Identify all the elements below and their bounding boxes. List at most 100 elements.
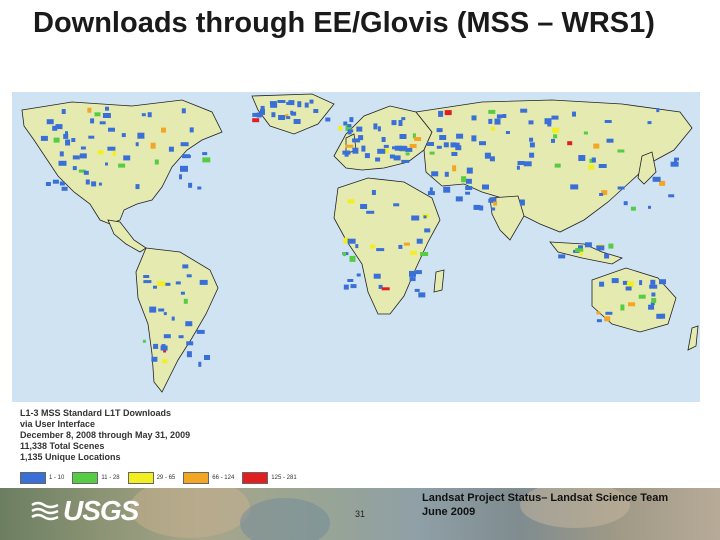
- download-cell: [278, 115, 286, 120]
- download-cell: [482, 184, 489, 190]
- download-cell: [479, 141, 486, 146]
- download-cell: [551, 138, 555, 143]
- download-cell: [88, 135, 95, 139]
- download-cell: [157, 281, 166, 287]
- download-cell: [598, 164, 607, 168]
- download-cell: [91, 181, 97, 187]
- download-cell: [288, 100, 295, 106]
- download-cell: [639, 280, 643, 286]
- download-cell: [98, 182, 102, 186]
- download-cell: [473, 204, 481, 210]
- slide-number: 31: [355, 509, 366, 519]
- download-cell: [158, 308, 165, 312]
- download-cell: [366, 210, 375, 214]
- download-cell: [578, 245, 583, 249]
- download-cell: [493, 201, 498, 206]
- download-cell: [87, 107, 92, 113]
- download-cell: [578, 155, 586, 161]
- download-cell: [651, 292, 656, 297]
- download-cell: [165, 282, 171, 286]
- download-cell: [260, 108, 265, 115]
- download-cell: [471, 135, 477, 142]
- download-cell: [108, 127, 115, 132]
- download-cell: [403, 242, 410, 246]
- download-cell: [505, 131, 510, 134]
- download-cell: [647, 121, 652, 125]
- download-cell: [547, 122, 552, 127]
- download-cell: [377, 148, 386, 154]
- download-cell: [519, 199, 525, 206]
- legend-line: December 8, 2008 through May 31, 2009: [20, 430, 191, 440]
- download-cell: [102, 113, 111, 118]
- download-cell: [611, 278, 619, 284]
- madagascar: [433, 269, 445, 293]
- download-cell: [186, 274, 192, 278]
- legend-line: via User Interface: [20, 419, 96, 429]
- download-cell: [572, 111, 576, 117]
- download-cell: [604, 120, 612, 123]
- download-cell: [415, 270, 422, 275]
- download-cell: [171, 316, 175, 321]
- download-cell: [358, 135, 364, 141]
- download-cell: [528, 120, 534, 125]
- download-cell: [554, 163, 561, 168]
- download-cell: [123, 155, 131, 161]
- download-cell: [141, 113, 146, 117]
- download-cell: [196, 329, 205, 334]
- download-cell: [661, 313, 666, 319]
- download-cell: [465, 186, 473, 190]
- download-cell: [427, 142, 434, 146]
- download-cell: [471, 115, 477, 121]
- download-cell: [59, 151, 64, 157]
- download-cell: [552, 127, 560, 133]
- download-cell: [40, 135, 48, 141]
- download-cell: [529, 142, 535, 148]
- download-cell: [411, 215, 420, 221]
- download-cell: [630, 206, 636, 211]
- download-cell: [45, 182, 51, 186]
- download-cell: [71, 138, 76, 142]
- download-cell: [431, 171, 439, 177]
- download-cell: [153, 343, 159, 349]
- download-cell: [575, 248, 584, 252]
- download-cell: [517, 161, 525, 165]
- download-cell: [90, 118, 95, 124]
- download-cell: [496, 114, 502, 119]
- download-cell: [393, 155, 401, 161]
- download-cell: [420, 252, 429, 256]
- download-cell: [456, 133, 464, 139]
- download-cell: [63, 133, 69, 139]
- download-cell: [628, 302, 636, 307]
- download-cell: [198, 361, 202, 367]
- legend-swatch: [127, 472, 154, 484]
- legend-line: 11,338 Total Scenes: [20, 441, 105, 451]
- download-cell: [83, 170, 89, 175]
- download-cell: [154, 159, 159, 165]
- download-cell: [529, 137, 534, 142]
- download-cell: [593, 143, 600, 149]
- download-cell: [178, 335, 184, 339]
- download-cell: [55, 124, 63, 130]
- download-cell: [142, 339, 146, 343]
- download-cell: [107, 146, 116, 151]
- legend-class: 29 - 65: [127, 472, 175, 484]
- legend-class-label: 125 - 281: [271, 475, 297, 481]
- legend-text: L1-3 MSS Standard L1T Downloads via User…: [20, 408, 190, 463]
- download-cell: [204, 355, 210, 360]
- download-cell: [491, 126, 495, 131]
- download-cell: [373, 273, 381, 279]
- download-cell: [444, 171, 449, 177]
- world-map-svg: [21, 93, 699, 393]
- download-cell: [112, 150, 116, 156]
- download-cell: [183, 298, 188, 304]
- download-cell: [297, 101, 302, 108]
- download-cell: [438, 110, 444, 117]
- download-cell: [270, 103, 278, 108]
- download-cell: [59, 181, 65, 186]
- download-cell: [304, 102, 309, 108]
- footer-caption-line2: June 2009: [422, 506, 476, 518]
- download-cell: [391, 120, 397, 126]
- download-cell: [277, 100, 286, 103]
- download-cell: [638, 294, 646, 299]
- download-cell: [160, 345, 168, 351]
